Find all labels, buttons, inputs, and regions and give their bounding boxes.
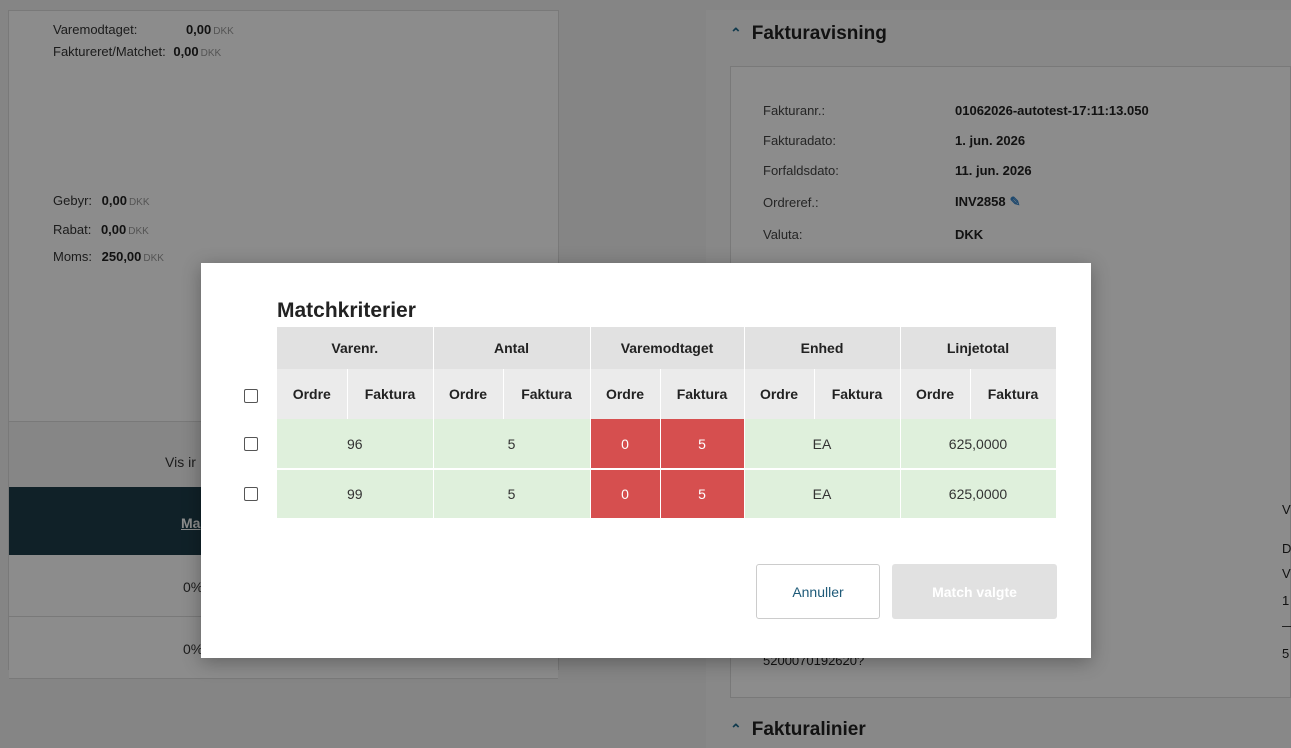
col-group-linjetotal: Linjetotal	[900, 327, 1057, 369]
col-faktura: Faktura	[970, 369, 1057, 419]
vm-ordre-cell: 0	[590, 469, 661, 520]
linjetotal-cell: 625,0000	[900, 469, 1057, 520]
col-ordre: Ordre	[900, 369, 971, 419]
col-faktura: Faktura	[814, 369, 901, 419]
varenr-cell: 99	[277, 469, 434, 520]
antal-cell: 5	[433, 419, 591, 470]
cancel-button[interactable]: Annuller	[756, 564, 880, 619]
vm-faktura-cell: 5	[660, 419, 745, 470]
enhed-cell: EA	[744, 469, 901, 520]
match-table: Varenr. Antal Varemodtaget Enhed Linjeto…	[277, 327, 1057, 520]
col-group-varemodtaget: Varemodtaget	[590, 327, 745, 369]
table-row[interactable]: 96 5 0 5 EA 625,0000	[277, 419, 1057, 470]
match-selected-button[interactable]: Match valgte	[892, 564, 1057, 619]
vm-ordre-cell: 0	[590, 419, 661, 470]
col-ordre: Ordre	[744, 369, 815, 419]
col-faktura: Faktura	[660, 369, 745, 419]
col-ordre: Ordre	[277, 369, 348, 419]
enhed-cell: EA	[744, 419, 901, 470]
match-criteria-dialog: Matchkriterier Varenr. Antal Varemodtage…	[201, 263, 1091, 658]
col-group-antal: Antal	[433, 327, 591, 369]
linjetotal-cell: 625,0000	[900, 419, 1057, 470]
row-checkbox[interactable]	[244, 487, 258, 501]
col-group-varenr: Varenr.	[277, 327, 434, 369]
col-faktura: Faktura	[347, 369, 434, 419]
col-ordre: Ordre	[433, 369, 504, 419]
varenr-cell: 96	[277, 419, 434, 470]
vm-faktura-cell: 5	[660, 469, 745, 520]
col-ordre: Ordre	[590, 369, 661, 419]
select-all-checkbox[interactable]	[244, 389, 258, 403]
col-group-enhed: Enhed	[744, 327, 901, 369]
row-checkbox[interactable]	[244, 437, 258, 451]
antal-cell: 5	[433, 469, 591, 520]
table-row[interactable]: 99 5 0 5 EA 625,0000	[277, 469, 1057, 520]
dialog-title: Matchkriterier	[277, 299, 416, 322]
col-faktura: Faktura	[503, 369, 591, 419]
